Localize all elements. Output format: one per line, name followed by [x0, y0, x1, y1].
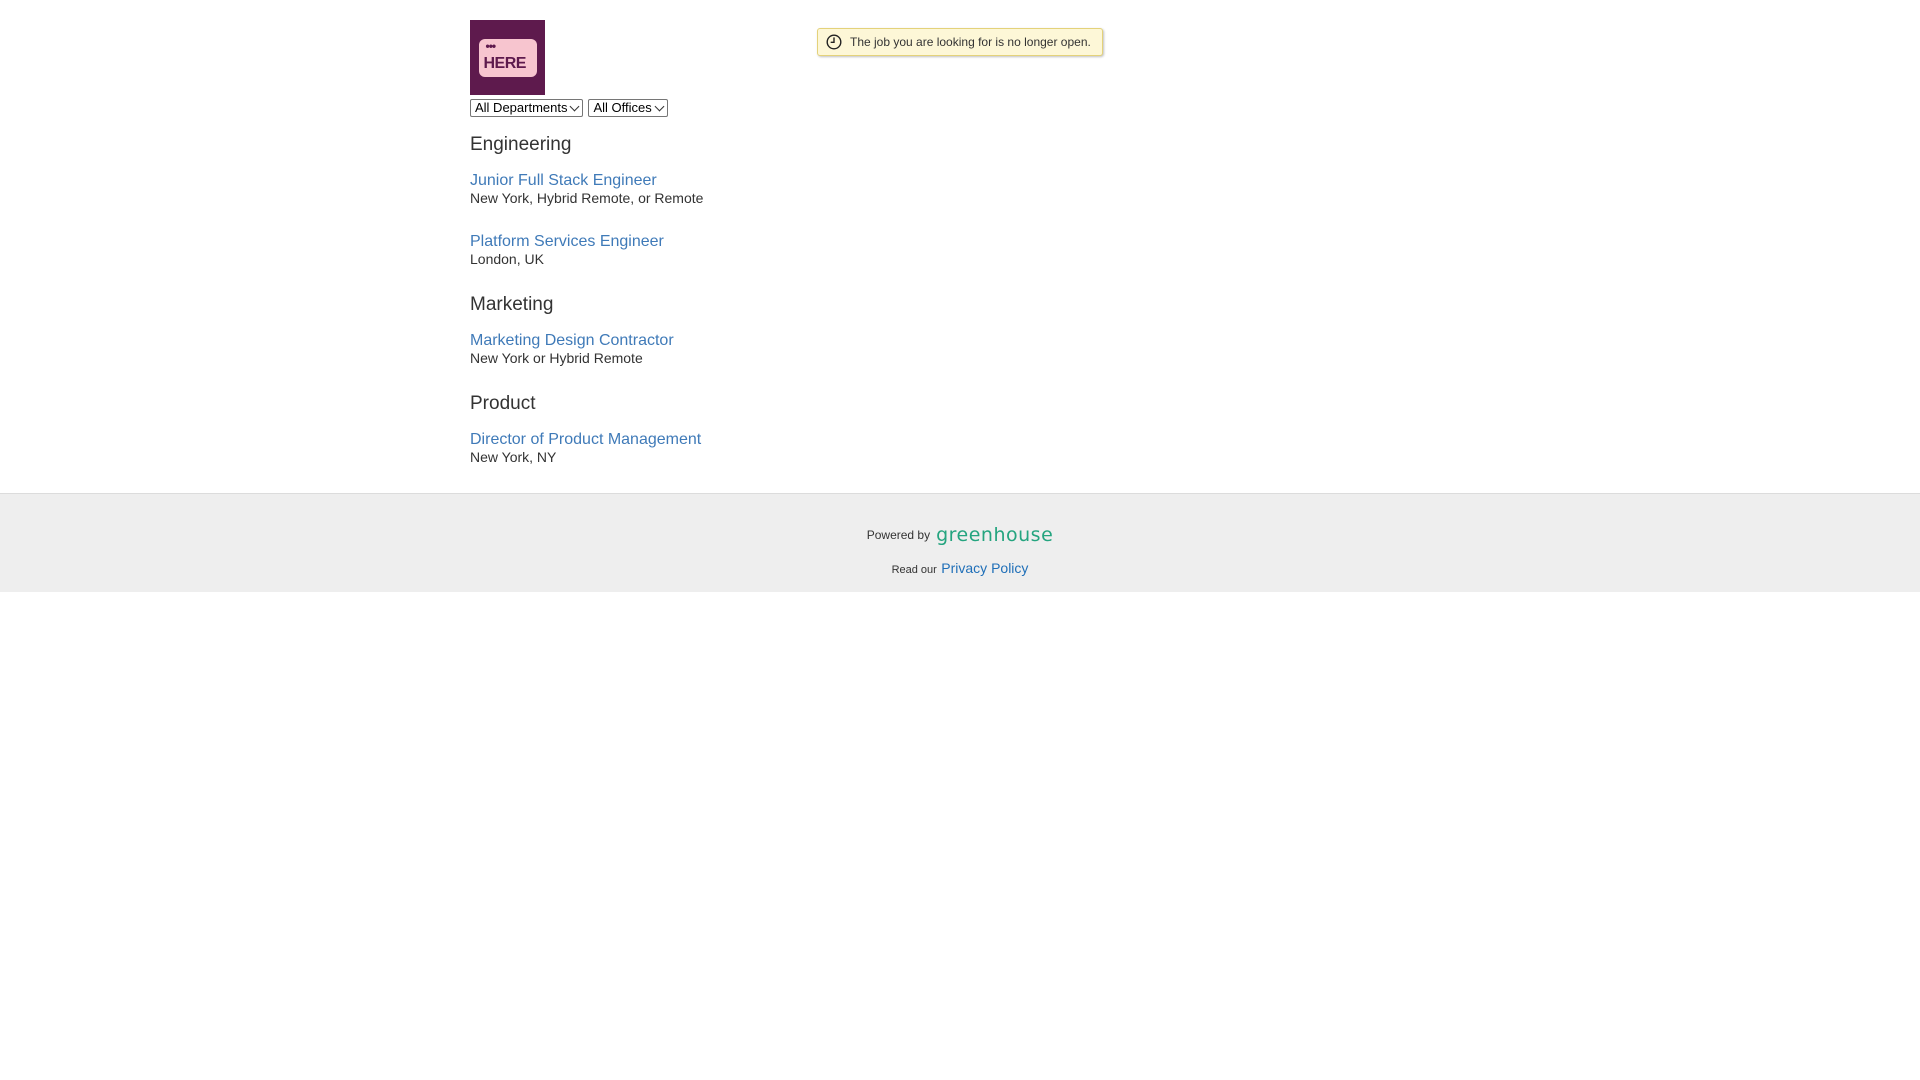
logo-badge: ••• HERE	[478, 38, 537, 77]
notice-message: The job you are looking for is no longer…	[850, 35, 1091, 49]
job-link[interactable]: Platform Services Engineer	[470, 232, 664, 251]
offices-select[interactable]: All Offices	[588, 99, 668, 117]
footer: Powered by greenhouse Read our Privacy P…	[0, 493, 1920, 592]
job-location: New York, Hybrid Remote, or Remote	[470, 190, 704, 206]
powered-by-label: Powered by	[866, 528, 931, 542]
chevron-down-icon	[654, 101, 665, 111]
departments-select-value: All Departments	[475, 100, 568, 115]
privacy-line: Read our Privacy Policy	[0, 560, 1920, 578]
read-our-label: Read our	[891, 564, 937, 576]
job-link[interactable]: Marketing Design Contractor	[470, 331, 674, 350]
job-location: New York, NY	[470, 449, 557, 465]
job-board: ••• HERE All Departments All Offices The…	[0, 0, 1920, 493]
section-title-engineering: Engineering	[470, 134, 572, 155]
greenhouse-logo[interactable]: greenhouse	[936, 524, 1053, 546]
job-link[interactable]: Junior Full Stack Engineer	[470, 171, 657, 190]
company-logo[interactable]: ••• HERE	[470, 20, 545, 95]
job-location: New York or Hybrid Remote	[470, 350, 643, 366]
job-closed-notice: The job you are looking for is no longer…	[817, 28, 1103, 56]
departments-select[interactable]: All Departments	[470, 99, 584, 117]
job-link[interactable]: Director of Product Management	[470, 430, 701, 449]
offices-select-value: All Offices	[593, 100, 652, 115]
section-title-marketing: Marketing	[470, 294, 554, 315]
job-location: London, UK	[470, 251, 544, 267]
logo-dots: •••	[485, 38, 497, 53]
filter-bar: All Departments All Offices	[470, 99, 668, 117]
powered-by: Powered by greenhouse	[0, 524, 1920, 546]
chevron-down-icon	[570, 101, 580, 111]
clock-icon	[826, 34, 842, 50]
section-title-product: Product	[470, 393, 536, 414]
privacy-policy-link[interactable]: Privacy Policy	[941, 560, 1028, 576]
logo-text: HERE	[483, 54, 527, 72]
